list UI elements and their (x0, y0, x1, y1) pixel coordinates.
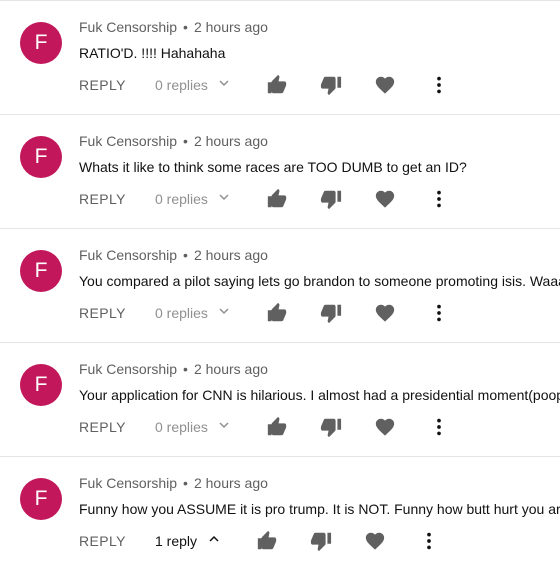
more-vert-icon[interactable] (428, 74, 450, 96)
author-name[interactable]: Fuk Censorship (79, 247, 177, 263)
replies-toggle[interactable]: 1 reply (155, 533, 197, 549)
chevron-down-icon[interactable] (216, 189, 232, 205)
separator-dot: • (183, 361, 188, 377)
timestamp[interactable]: 2 hours ago (194, 361, 268, 377)
chevron-up-icon[interactable] (206, 531, 222, 547)
reply-button[interactable]: REPLY (79, 533, 126, 549)
timestamp[interactable]: 2 hours ago (194, 475, 268, 491)
comment-header: Fuk Censorship • 2 hours ago (79, 133, 268, 149)
thumbs-up-icon[interactable] (266, 302, 288, 324)
more-vert-icon[interactable] (418, 530, 440, 552)
comment: F Fuk Censorship • 2 hours ago Whats it li… (0, 114, 560, 228)
reply-button[interactable]: REPLY (79, 77, 126, 93)
thumbs-up-icon[interactable] (256, 530, 278, 552)
avatar[interactable]: F (20, 478, 62, 520)
comment-header: Fuk Censorship • 2 hours ago (79, 19, 268, 35)
author-name[interactable]: Fuk Censorship (79, 19, 177, 35)
heart-icon[interactable] (364, 530, 386, 552)
thumbs-down-icon[interactable] (310, 530, 332, 552)
timestamp[interactable]: 2 hours ago (194, 19, 268, 35)
comment-header: Fuk Censorship • 2 hours ago (79, 247, 268, 263)
more-vert-icon[interactable] (428, 188, 450, 210)
comment-actions: REPLY 1 reply (0, 527, 560, 557)
thumbs-up-icon[interactable] (266, 416, 288, 438)
comment-actions: REPLY 0 replies (0, 299, 560, 329)
comment-text: RATIO'D. !!!! Hahahaha (79, 45, 226, 61)
author-name[interactable]: Fuk Censorship (79, 361, 177, 377)
separator-dot: • (183, 133, 188, 149)
thumbs-up-icon[interactable] (266, 74, 288, 96)
comment: F Fuk Censorship • 2 hours ago Funny how y… (0, 456, 560, 570)
thumbs-down-icon[interactable] (320, 302, 342, 324)
separator-dot: • (183, 247, 188, 263)
comment-header: Fuk Censorship • 2 hours ago (79, 475, 268, 491)
avatar[interactable]: F (20, 250, 62, 292)
comment-text: Whats it like to think some races are TO… (79, 159, 467, 175)
replies-toggle[interactable]: 0 replies (155, 419, 208, 435)
heart-icon[interactable] (374, 74, 396, 96)
comment-text: Your application for CNN is hilarious. I… (79, 387, 560, 403)
comment-text: You compared a pilot saying lets go bran… (79, 273, 560, 289)
heart-icon[interactable] (374, 302, 396, 324)
timestamp[interactable]: 2 hours ago (194, 133, 268, 149)
separator-dot: • (183, 475, 188, 491)
comment: F Fuk Censorship • 2 hours ago RATIO'D. !!… (0, 0, 560, 114)
comment: F Fuk Censorship • 2 hours ago You compare… (0, 228, 560, 342)
reply-button[interactable]: REPLY (79, 305, 126, 321)
heart-icon[interactable] (374, 416, 396, 438)
avatar[interactable]: F (20, 364, 62, 406)
comment-actions: REPLY 0 replies (0, 413, 560, 443)
more-vert-icon[interactable] (428, 302, 450, 324)
comment-actions: REPLY 0 replies (0, 185, 560, 215)
more-vert-icon[interactable] (428, 416, 450, 438)
replies-toggle[interactable]: 0 replies (155, 191, 208, 207)
timestamp[interactable]: 2 hours ago (194, 247, 268, 263)
thumbs-down-icon[interactable] (320, 74, 342, 96)
comment: F Fuk Censorship • 2 hours ago Your applic… (0, 342, 560, 456)
comment-actions: REPLY 0 replies (0, 71, 560, 101)
comment-header: Fuk Censorship • 2 hours ago (79, 361, 268, 377)
chevron-down-icon[interactable] (216, 303, 232, 319)
thumbs-down-icon[interactable] (320, 188, 342, 210)
author-name[interactable]: Fuk Censorship (79, 133, 177, 149)
author-name[interactable]: Fuk Censorship (79, 475, 177, 491)
reply-button[interactable]: REPLY (79, 191, 126, 207)
separator-dot: • (183, 19, 188, 35)
thumbs-up-icon[interactable] (266, 188, 288, 210)
reply-button[interactable]: REPLY (79, 419, 126, 435)
replies-toggle[interactable]: 0 replies (155, 77, 208, 93)
chevron-down-icon[interactable] (216, 417, 232, 433)
avatar[interactable]: F (20, 136, 62, 178)
chevron-down-icon[interactable] (216, 75, 232, 91)
replies-toggle[interactable]: 0 replies (155, 305, 208, 321)
avatar[interactable]: F (20, 22, 62, 64)
heart-icon[interactable] (374, 188, 396, 210)
comment-text: Funny how you ASSUME it is pro trump. It… (79, 501, 560, 517)
thumbs-down-icon[interactable] (320, 416, 342, 438)
